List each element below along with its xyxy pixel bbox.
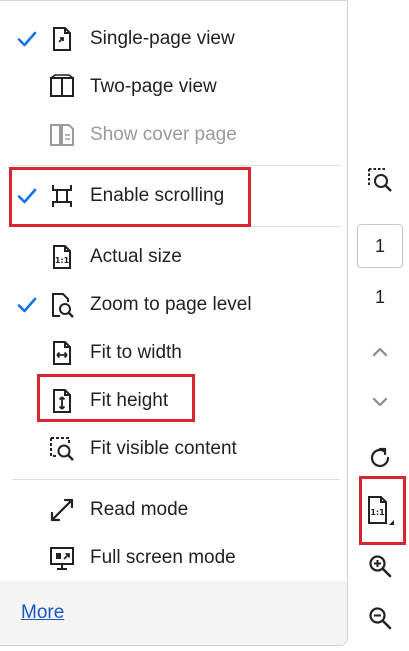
zoom-in-icon: [369, 555, 392, 578]
menu-divider: [12, 479, 340, 480]
fit-visible-icon: [50, 437, 74, 461]
menu-item-label: Fit to width: [90, 342, 182, 363]
fit-height-icon: [53, 389, 71, 413]
single-page-icon: [53, 27, 71, 51]
checkmark-icon: [17, 31, 37, 47]
marquee-zoom-button[interactable]: [357, 160, 403, 200]
full-screen-icon: [50, 547, 74, 570]
zoom-out-button[interactable]: [357, 600, 403, 636]
next-page-button[interactable]: [357, 386, 403, 418]
menu-item-fit-height[interactable]: Fit height: [0, 381, 346, 421]
zoom-page-icon: [52, 293, 74, 318]
view-options-menu: Single-page view Two-page view Show cove…: [0, 0, 348, 646]
menu-item-label: Read mode: [90, 499, 189, 520]
menu-item-fit-to-width[interactable]: Fit to width: [0, 333, 346, 373]
page-total: 1: [374, 286, 385, 307]
checkmark-icon: [17, 188, 37, 204]
fit-width-icon: [53, 341, 71, 365]
menu-item-show-cover-page: Show cover page: [0, 115, 346, 155]
menu-item-label: Actual size: [90, 246, 182, 267]
menu-footer: More: [0, 581, 347, 645]
menu-item-fit-visible-content[interactable]: Fit visible content: [0, 429, 346, 469]
page-display-icon: 1:1: [368, 496, 394, 525]
page-number-input[interactable]: 1: [357, 224, 403, 268]
menu-divider: [12, 226, 340, 227]
cover-page-icon: [50, 124, 74, 146]
zoom-in-button[interactable]: [357, 548, 403, 584]
page-up-icon: [372, 347, 388, 357]
menu-item-zoom-to-page-level[interactable]: Zoom to page level: [0, 285, 346, 325]
read-mode-icon: [50, 498, 74, 522]
actual-size-icon: 1:1: [53, 245, 71, 269]
checkmark-icon: [17, 297, 37, 313]
menu-item-actual-size[interactable]: 1:1 Actual size: [0, 237, 346, 277]
two-page-icon: [50, 74, 74, 97]
menu-divider: [12, 165, 340, 166]
menu-item-full-screen-mode[interactable]: Full screen mode: [0, 538, 346, 578]
menu-item-label: Fit visible content: [90, 438, 237, 459]
rotate-icon: [370, 447, 390, 467]
menu-item-label: Fit height: [90, 390, 169, 411]
menu-item-label: Full screen mode: [90, 547, 236, 568]
svg-text:1:1: 1:1: [370, 508, 385, 517]
menu-item-two-page-view[interactable]: Two-page view: [0, 67, 346, 107]
menu-item-single-page-view[interactable]: Single-page view: [0, 19, 346, 59]
previous-page-button[interactable]: [357, 336, 403, 368]
menu-item-label: Show cover page: [90, 124, 237, 145]
menu-item-label: Two-page view: [90, 76, 217, 97]
rotate-button[interactable]: [357, 440, 403, 476]
menu-item-enable-scrolling[interactable]: Enable scrolling: [0, 176, 346, 216]
more-link[interactable]: More: [21, 602, 64, 624]
scrolling-icon: [52, 185, 72, 207]
menu-item-read-mode[interactable]: Read mode: [0, 490, 346, 530]
menu-item-label: Zoom to page level: [90, 294, 252, 315]
menu-item-label: Single-page view: [90, 28, 235, 49]
page-down-icon: [372, 397, 388, 407]
svg-text:1:1: 1:1: [55, 256, 70, 265]
marquee-zoom-icon: [368, 168, 392, 192]
page-display-button[interactable]: 1:1: [357, 487, 403, 537]
menu-item-label: Enable scrolling: [90, 185, 225, 206]
zoom-out-icon: [369, 607, 392, 630]
